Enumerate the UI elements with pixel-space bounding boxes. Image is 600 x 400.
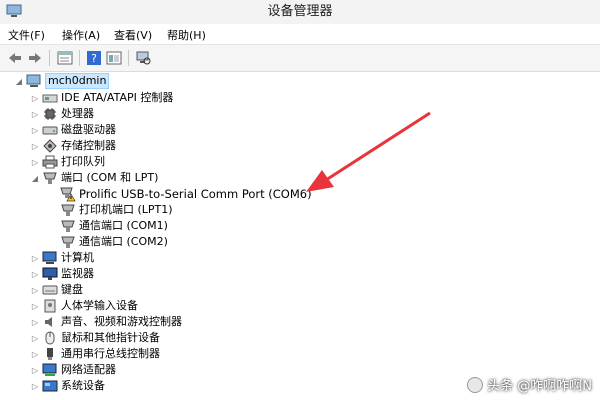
watermark: 头条 @咋啊咋啊N bbox=[467, 375, 592, 394]
watermark-text: 头条 @咋啊咋啊N bbox=[487, 379, 592, 394]
annotation-arrow bbox=[306, 111, 431, 192]
watermark-logo-icon bbox=[467, 376, 484, 393]
